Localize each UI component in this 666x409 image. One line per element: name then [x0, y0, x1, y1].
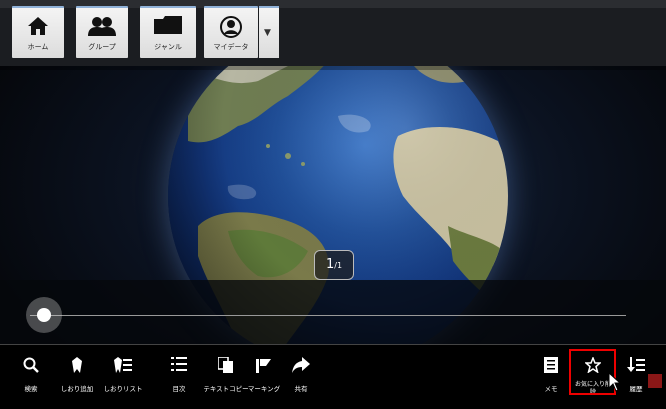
nav-group-button[interactable]: グループ	[76, 6, 128, 58]
chevron-down-icon: ▼	[264, 28, 271, 38]
toc-label: 目次	[172, 385, 186, 393]
top-shadow	[0, 66, 666, 70]
user-icon	[220, 16, 242, 38]
page-current: 1	[325, 257, 335, 272]
page-slider-track[interactable]	[30, 315, 626, 316]
viewer-stage: ホーム グループ ジャンル マイデータ ▼ 1/1 検索 しおり追加 しおりリス…	[0, 0, 666, 409]
page-indicator: 1/1	[314, 250, 354, 280]
search-button[interactable]: 検索	[6, 357, 56, 393]
nav-mydata-button[interactable]: マイデータ	[204, 6, 258, 58]
nav-dropdown-button[interactable]: ▼	[259, 6, 279, 58]
corner-watermark-icon	[648, 374, 662, 388]
nav-genre-button[interactable]: ジャンル	[140, 6, 196, 58]
page-total: 1	[336, 261, 343, 270]
home-icon	[28, 17, 48, 35]
nav-genre-label: ジャンル	[154, 43, 182, 51]
share-button[interactable]: 共有	[276, 357, 326, 393]
add-bookmark-button[interactable]: しおり追加	[52, 357, 102, 393]
toc-button[interactable]: 目次	[154, 357, 204, 393]
bookmark-add-icon	[52, 357, 102, 375]
group-icon	[88, 17, 116, 36]
mouse-cursor-icon	[608, 371, 622, 396]
nav-mydata-label: マイデータ	[213, 43, 249, 51]
page-slider-knob[interactable]	[26, 297, 62, 333]
nav-home-label: ホーム	[27, 43, 49, 51]
list-icon	[154, 357, 204, 375]
folder-icon	[154, 16, 182, 34]
share-arrow-icon	[276, 357, 326, 375]
nav-group-label: グループ	[88, 43, 116, 51]
add-bookmark-label: しおり追加	[60, 385, 94, 393]
search-label: 検索	[24, 385, 38, 393]
bookmark-list-icon	[98, 357, 148, 375]
bookmark-list-label: しおりリスト	[103, 385, 143, 393]
top-navigation-bar: ホーム グループ ジャンル マイデータ ▼	[0, 0, 666, 66]
bottom-toolbar: 検索 しおり追加 しおりリスト 目次 テキストコピー マーキング 共有 メモ お…	[0, 344, 666, 409]
search-icon	[6, 357, 56, 375]
nav-home-button[interactable]: ホーム	[12, 6, 64, 58]
bookmark-list-button[interactable]: しおりリスト	[98, 357, 148, 393]
share-label: 共有	[294, 385, 308, 393]
